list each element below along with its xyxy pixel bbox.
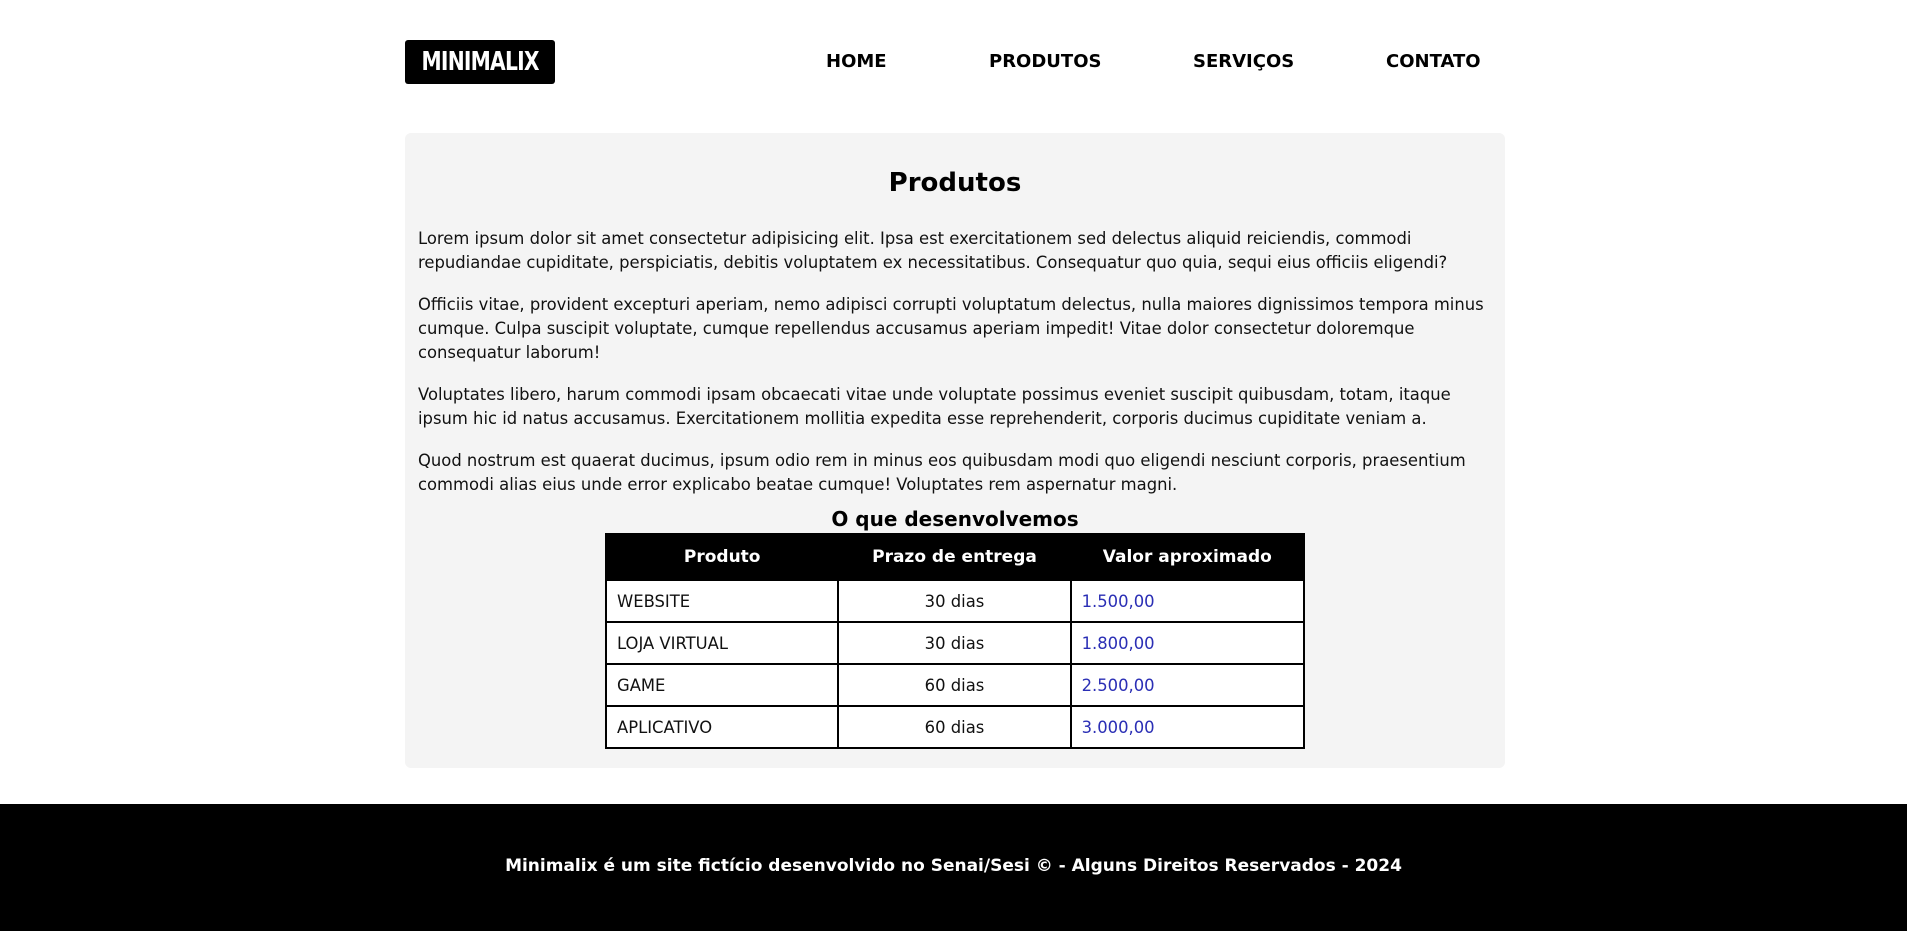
cell-value: 2.500,00 (1069, 663, 1306, 707)
cell-deadline: 60 dias (837, 705, 1072, 749)
site-footer: Minimalix é um site fictício desenvolvid… (0, 804, 1907, 931)
cell-deadline: 30 dias (837, 621, 1072, 665)
content-card: Produtos Lorem ipsum dolor sit amet cons… (405, 133, 1505, 768)
intro-text: Lorem ipsum dolor sit amet consectetur a… (418, 227, 1496, 515)
paragraph: Voluptates libero, harum commodi ipsam o… (418, 385, 1451, 428)
page: MINIMALIX HOME PRODUTOS SERVIÇOS CONTATO… (0, 0, 1907, 931)
table-header-row: Produto Prazo de entrega Valor aproximad… (604, 533, 1306, 581)
cell-deadline: 60 dias (837, 663, 1072, 707)
main-nav: HOME PRODUTOS SERVIÇOS CONTATO (405, 40, 1505, 84)
nav-contato[interactable]: CONTATO (1386, 40, 1481, 84)
paragraph: Officiis vitae, provident excepturi aper… (418, 295, 1484, 362)
nav-home[interactable]: HOME (826, 40, 887, 84)
products-table: Produto Prazo de entrega Valor aproximad… (604, 533, 1306, 749)
cell-value: 1.500,00 (1069, 579, 1306, 623)
paragraph: Lorem ipsum dolor sit amet consectetur a… (418, 229, 1448, 272)
table-row: GAME 60 dias 2.500,00 (604, 663, 1306, 707)
column-header-valor: Valor aproximado (1069, 533, 1306, 581)
nav-produtos[interactable]: PRODUTOS (989, 40, 1101, 84)
cell-value: 3.000,00 (1069, 705, 1306, 749)
column-header-prazo: Prazo de entrega (837, 533, 1072, 581)
cell-value: 1.800,00 (1069, 621, 1306, 665)
table-row: APLICATIVO 60 dias 3.000,00 (604, 705, 1306, 749)
footer-text: Minimalix é um site fictício desenvolvid… (505, 856, 1402, 876)
nav-servicos[interactable]: SERVIÇOS (1193, 40, 1294, 84)
cell-product: LOJA VIRTUAL (604, 621, 840, 665)
site-header: MINIMALIX HOME PRODUTOS SERVIÇOS CONTATO (405, 40, 1505, 84)
table-row: WEBSITE 30 dias 1.500,00 (604, 579, 1306, 623)
column-header-produto: Produto (604, 533, 840, 581)
cell-product: APLICATIVO (604, 705, 840, 749)
cell-deadline: 30 dias (837, 579, 1072, 623)
cell-product: GAME (604, 663, 840, 707)
table-title: O que desenvolvemos (831, 507, 1079, 531)
page-title: Produtos (888, 168, 1022, 198)
cell-product: WEBSITE (604, 579, 840, 623)
paragraph: Quod nostrum est quaerat ducimus, ipsum … (418, 451, 1466, 494)
table-row: LOJA VIRTUAL 30 dias 1.800,00 (604, 621, 1306, 665)
